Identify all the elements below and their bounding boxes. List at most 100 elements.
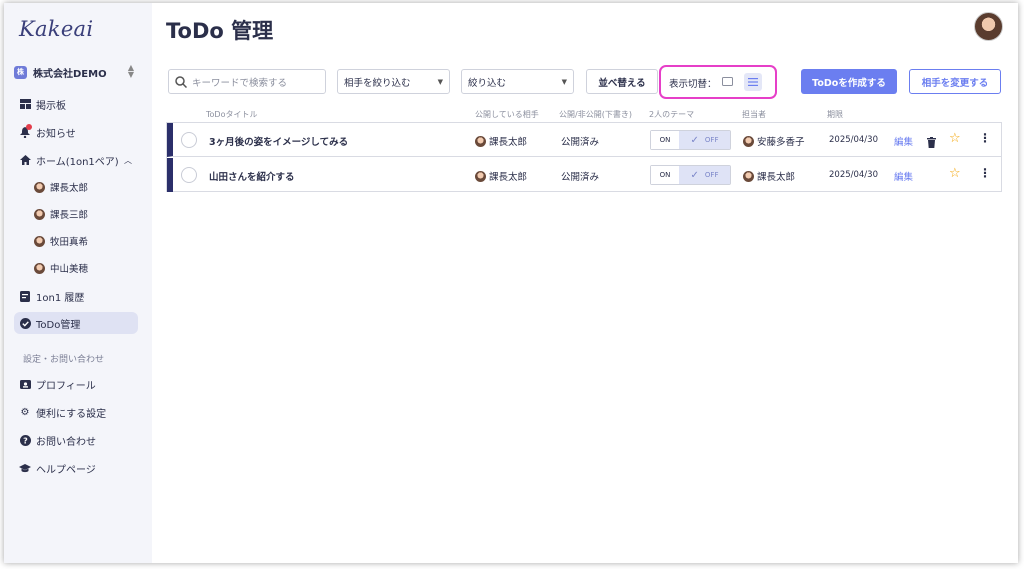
app-window: Kakeai 株 株式会社DEMO ▲ ▼ 掲示板 お知らせ ホーム(1on1ペア… [4, 3, 1018, 563]
toggle-off[interactable]: ✓ OFF [679, 166, 730, 184]
sidebar-item-todo[interactable]: ToDo管理 [14, 312, 138, 334]
owner-name: 安藤多香子 [757, 137, 805, 148]
column-header-visibility: 公開/非公開(下書き) [559, 110, 632, 119]
search-input[interactable]: キーワードで検索する [168, 69, 326, 94]
avatar [34, 262, 45, 274]
sort-button[interactable]: 並べ替える [586, 69, 658, 94]
avatar [743, 170, 754, 182]
toggle-off-label: OFF [704, 171, 719, 179]
sidebar-item-pair[interactable]: 牧田真希 [14, 230, 138, 252]
avatar [475, 135, 486, 147]
svg-text:?: ? [23, 436, 28, 445]
logo: Kakeai [19, 17, 94, 41]
owner-name: 課長太郎 [757, 172, 796, 183]
company-badge: 株 [14, 65, 27, 79]
sidebar-item-pair[interactable]: 課長三郎 [14, 203, 138, 225]
complete-checkbox[interactable] [181, 167, 197, 183]
question-circle-icon: ? [19, 434, 31, 446]
sidebar-item-help[interactable]: ヘルプページ [14, 457, 138, 479]
more-options-icon[interactable]: ⋮ [979, 166, 991, 180]
sidebar: Kakeai 株 株式会社DEMO ▲ ▼ 掲示板 お知らせ ホーム(1on1ペア… [4, 3, 152, 563]
avatar [34, 208, 45, 220]
gear-icon: ⚙ [20, 406, 30, 418]
page-title: ToDo 管理 [166, 19, 274, 43]
todo-table: 3ヶ月後の姿をイメージしてみる 課長太郎 公開済み ON ✓ OFF 安藤多香子 … [166, 122, 1002, 192]
sidebar-item-history[interactable]: 1on1 履歴 [14, 285, 138, 307]
list-view-icon[interactable] [744, 73, 762, 91]
sidebar-item-contact[interactable]: ? お問い合わせ [14, 429, 138, 451]
avatar [34, 235, 45, 247]
partner-cell: 課長太郎 [475, 134, 527, 148]
sidebar-item-profile[interactable]: プロフィール [14, 373, 138, 395]
column-header-title: ToDoタイトル [206, 110, 258, 119]
partner-name: 課長太郎 [489, 172, 528, 183]
more-options-icon[interactable]: ⋮ [979, 131, 991, 145]
notification-dot [26, 124, 32, 130]
todo-title[interactable]: 3ヶ月後の姿をイメージしてみる [209, 134, 348, 148]
avatar [475, 170, 486, 182]
table-row[interactable]: 山田さんを紹介する 課長太郎 公開済み ON ✓ OFF 課長太郎 2025/04… [167, 158, 1001, 192]
partner-name: 課長太郎 [489, 137, 528, 148]
sidebar-item-label: 1on1 履歴 [36, 292, 85, 304]
search-icon [175, 75, 187, 88]
sidebar-item-board[interactable]: 掲示板 [14, 93, 138, 115]
table-row[interactable]: 3ヶ月後の姿をイメージしてみる 課長太郎 公開済み ON ✓ OFF 安藤多香子 … [167, 123, 1001, 157]
star-icon[interactable]: ☆ [949, 131, 961, 146]
sidebar-item-label: お知らせ [36, 128, 76, 140]
theme-toggle[interactable]: ON ✓ OFF [650, 165, 731, 185]
select-value: 絞り込む [468, 77, 507, 89]
chevron-up-icon: ︿ [124, 155, 132, 165]
sidebar-item-label: 掲示板 [36, 100, 66, 112]
theme-toggle[interactable]: ON ✓ OFF [650, 130, 731, 150]
toggle-off[interactable]: ✓ OFF [679, 131, 730, 149]
user-avatar[interactable] [974, 12, 1003, 41]
history-icon [19, 290, 31, 302]
check-icon: ✓ [690, 134, 699, 146]
graduation-cap-icon [19, 462, 31, 474]
change-partner-button[interactable]: 相手を変更する [909, 69, 1001, 94]
toggle-on[interactable]: ON [651, 166, 679, 184]
filter-select[interactable]: 絞り込む ▼ [461, 69, 574, 94]
sidebar-item-preferences[interactable]: ⚙ 便利にする設定 [14, 401, 138, 423]
card-view-icon[interactable] [719, 73, 735, 89]
owner-cell: 課長太郎 [743, 169, 795, 183]
trash-icon[interactable] [927, 133, 936, 152]
sidebar-item-label: 牧田真希 [50, 237, 89, 248]
due-date: 2025/04/30 [829, 135, 878, 145]
board-icon [19, 98, 31, 110]
sidebar-item-label: 中山美穂 [50, 264, 89, 275]
toggle-on[interactable]: ON [651, 131, 679, 149]
caret-down-icon: ▼ [561, 77, 567, 86]
caret-down-icon: ▼ [437, 77, 443, 86]
status-text: 公開済み [561, 172, 600, 183]
sidebar-item-home[interactable]: ホーム(1on1ペア) ︿ [14, 149, 138, 171]
check-icon: ✓ [690, 169, 699, 181]
partner-cell: 課長太郎 [475, 169, 527, 183]
sidebar-item-pair[interactable]: 中山美穂 [14, 257, 138, 279]
sidebar-item-notifications[interactable]: お知らせ [14, 121, 138, 143]
view-toggle-label: 表示切替： [669, 79, 717, 90]
edit-link[interactable]: 編集 [894, 169, 913, 183]
partner-filter-select[interactable]: 相手を絞り込む ▼ [337, 69, 450, 94]
company-switcher[interactable]: 株 株式会社DEMO ▲ ▼ [14, 62, 134, 82]
settings-section-label: 設定・お問い合わせ [23, 355, 105, 365]
status-text: 公開済み [561, 137, 600, 148]
sidebar-item-label: 課長太郎 [50, 183, 89, 194]
avatar [34, 181, 45, 193]
create-todo-button[interactable]: ToDoを作成する [801, 69, 897, 94]
avatar [743, 135, 754, 147]
sidebar-item-label: プロフィール [36, 380, 96, 392]
id-badge-icon [19, 378, 31, 390]
sidebar-item-label: ヘルプページ [36, 464, 96, 476]
edit-link[interactable]: 編集 [894, 134, 913, 148]
complete-checkbox[interactable] [181, 132, 197, 148]
todo-title[interactable]: 山田さんを紹介する [209, 169, 295, 183]
column-header-owner: 担当者 [742, 110, 766, 119]
star-icon[interactable]: ☆ [949, 166, 961, 181]
sidebar-item-pair[interactable]: 課長太郎 [14, 176, 138, 198]
sidebar-item-label: ToDo管理 [36, 319, 81, 331]
toggle-off-label: OFF [704, 136, 719, 144]
company-name: 株式会社DEMO [33, 68, 107, 80]
check-circle-icon [19, 317, 31, 329]
search-placeholder: キーワードで検索する [192, 77, 288, 89]
